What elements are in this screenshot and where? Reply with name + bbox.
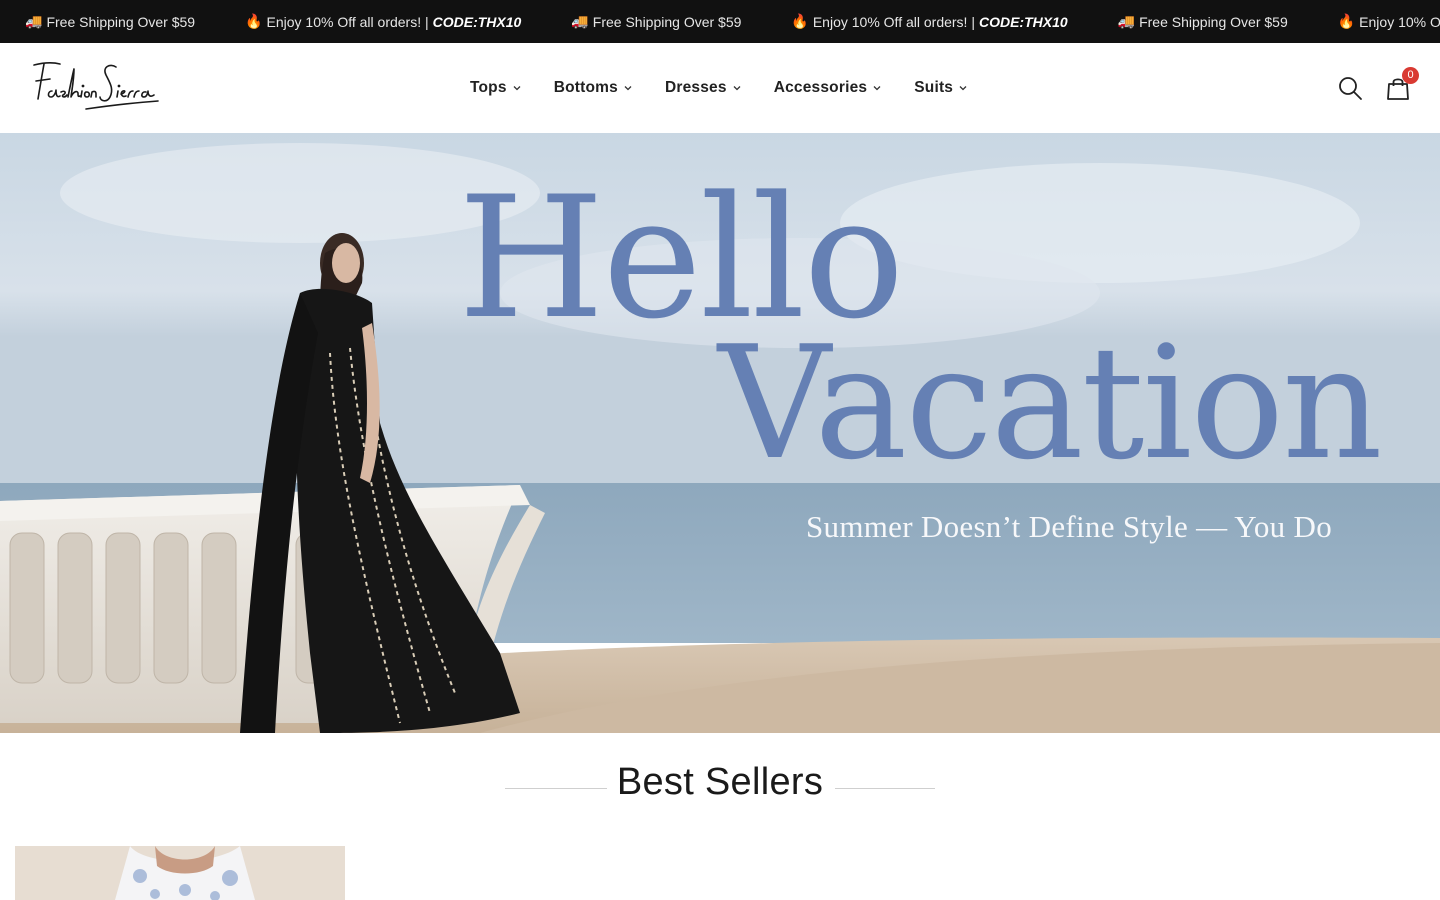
nav-item-tops[interactable]: Tops	[470, 79, 522, 97]
nav-label: Accessories	[773, 79, 868, 96]
promo-code: CODE:THX10	[978, 13, 1068, 30]
truck-icon: 🚚	[25, 13, 43, 29]
product-card[interactable]	[15, 846, 345, 900]
section-title: Best Sellers	[616, 761, 824, 803]
announcement-text: Enjoy 10% Off all orders! |	[812, 13, 975, 30]
cart-button[interactable]: 0	[1384, 67, 1419, 102]
announcement-text: Free Shipping Over $59	[1139, 13, 1288, 30]
announcement-item: 🚚 Free Shipping Over $59	[571, 13, 741, 30]
nav-label: Suits	[914, 79, 954, 96]
chevron-down-icon	[623, 83, 633, 93]
nav-item-accessories[interactable]: Accessories	[774, 79, 883, 97]
hero-subtitle: Summer Doesn’t Define Style — You Do	[806, 509, 1333, 544]
announcement-text: Free Shipping Over $59	[592, 13, 742, 30]
divider-right	[835, 788, 935, 789]
main-nav: Tops Bottoms Dresses Accessories Suits	[470, 43, 1000, 133]
chevron-down-icon	[872, 83, 882, 93]
fire-icon: 🔥	[791, 13, 809, 29]
nav-label: Bottoms	[553, 79, 618, 96]
announcement-text: Enjoy 10% Off all o	[1359, 13, 1440, 30]
chevron-down-icon	[512, 83, 522, 93]
best-sellers-header: Best Sellers	[0, 733, 1440, 843]
chevron-down-icon	[732, 83, 742, 93]
header-actions: 0	[1336, 43, 1419, 133]
fire-icon: 🔥	[1337, 13, 1356, 29]
announcement-item: 🔥 Enjoy 10% Off all o	[1338, 13, 1440, 30]
truck-icon: 🚚	[571, 13, 589, 29]
nav-label: Dresses	[664, 79, 727, 96]
chevron-down-icon	[958, 83, 968, 93]
announcement-item: 🚚 Free Shipping Over $59	[1118, 13, 1288, 30]
search-icon	[1339, 77, 1362, 100]
announcement-item: 🔥 Enjoy 10% Off all orders! | CODE:THX10	[245, 13, 521, 30]
cart-count-badge: 0	[1402, 67, 1419, 84]
nav-item-dresses[interactable]: Dresses	[665, 79, 742, 97]
announcement-bar: 🚚 Free Shipping Over $59 🔥 Enjoy 10% Off…	[0, 0, 1440, 43]
nav-label: Tops	[470, 79, 507, 96]
site-header: Tops Bottoms Dresses Accessories Suits 0	[0, 43, 1440, 133]
site-logo[interactable]	[30, 57, 170, 119]
announcement-item: 🔥 Enjoy 10% Off all orders! | CODE:THX10	[791, 13, 1067, 30]
hero-banner[interactable]: Hello Vacation Summer Doesn’t Define Sty…	[0, 133, 1440, 733]
promo-code: CODE:THX10	[432, 13, 522, 30]
product-image	[15, 846, 345, 900]
search-button[interactable]	[1336, 74, 1364, 102]
announcement-item: 🚚 Free Shipping Over $59	[25, 13, 195, 30]
fire-icon: 🔥	[245, 13, 263, 29]
nav-item-suits[interactable]: Suits	[914, 79, 968, 97]
logo-script	[33, 62, 159, 110]
nav-item-bottoms[interactable]: Bottoms	[554, 79, 633, 97]
truck-icon: 🚚	[1117, 13, 1136, 29]
announcement-track: 🚚 Free Shipping Over $59 🔥 Enjoy 10% Off…	[25, 0, 1440, 43]
hero-title-line-2: Vacation	[718, 312, 1383, 494]
announcement-text: Free Shipping Over $59	[46, 13, 196, 30]
announcement-text: Enjoy 10% Off all orders! |	[266, 13, 429, 30]
